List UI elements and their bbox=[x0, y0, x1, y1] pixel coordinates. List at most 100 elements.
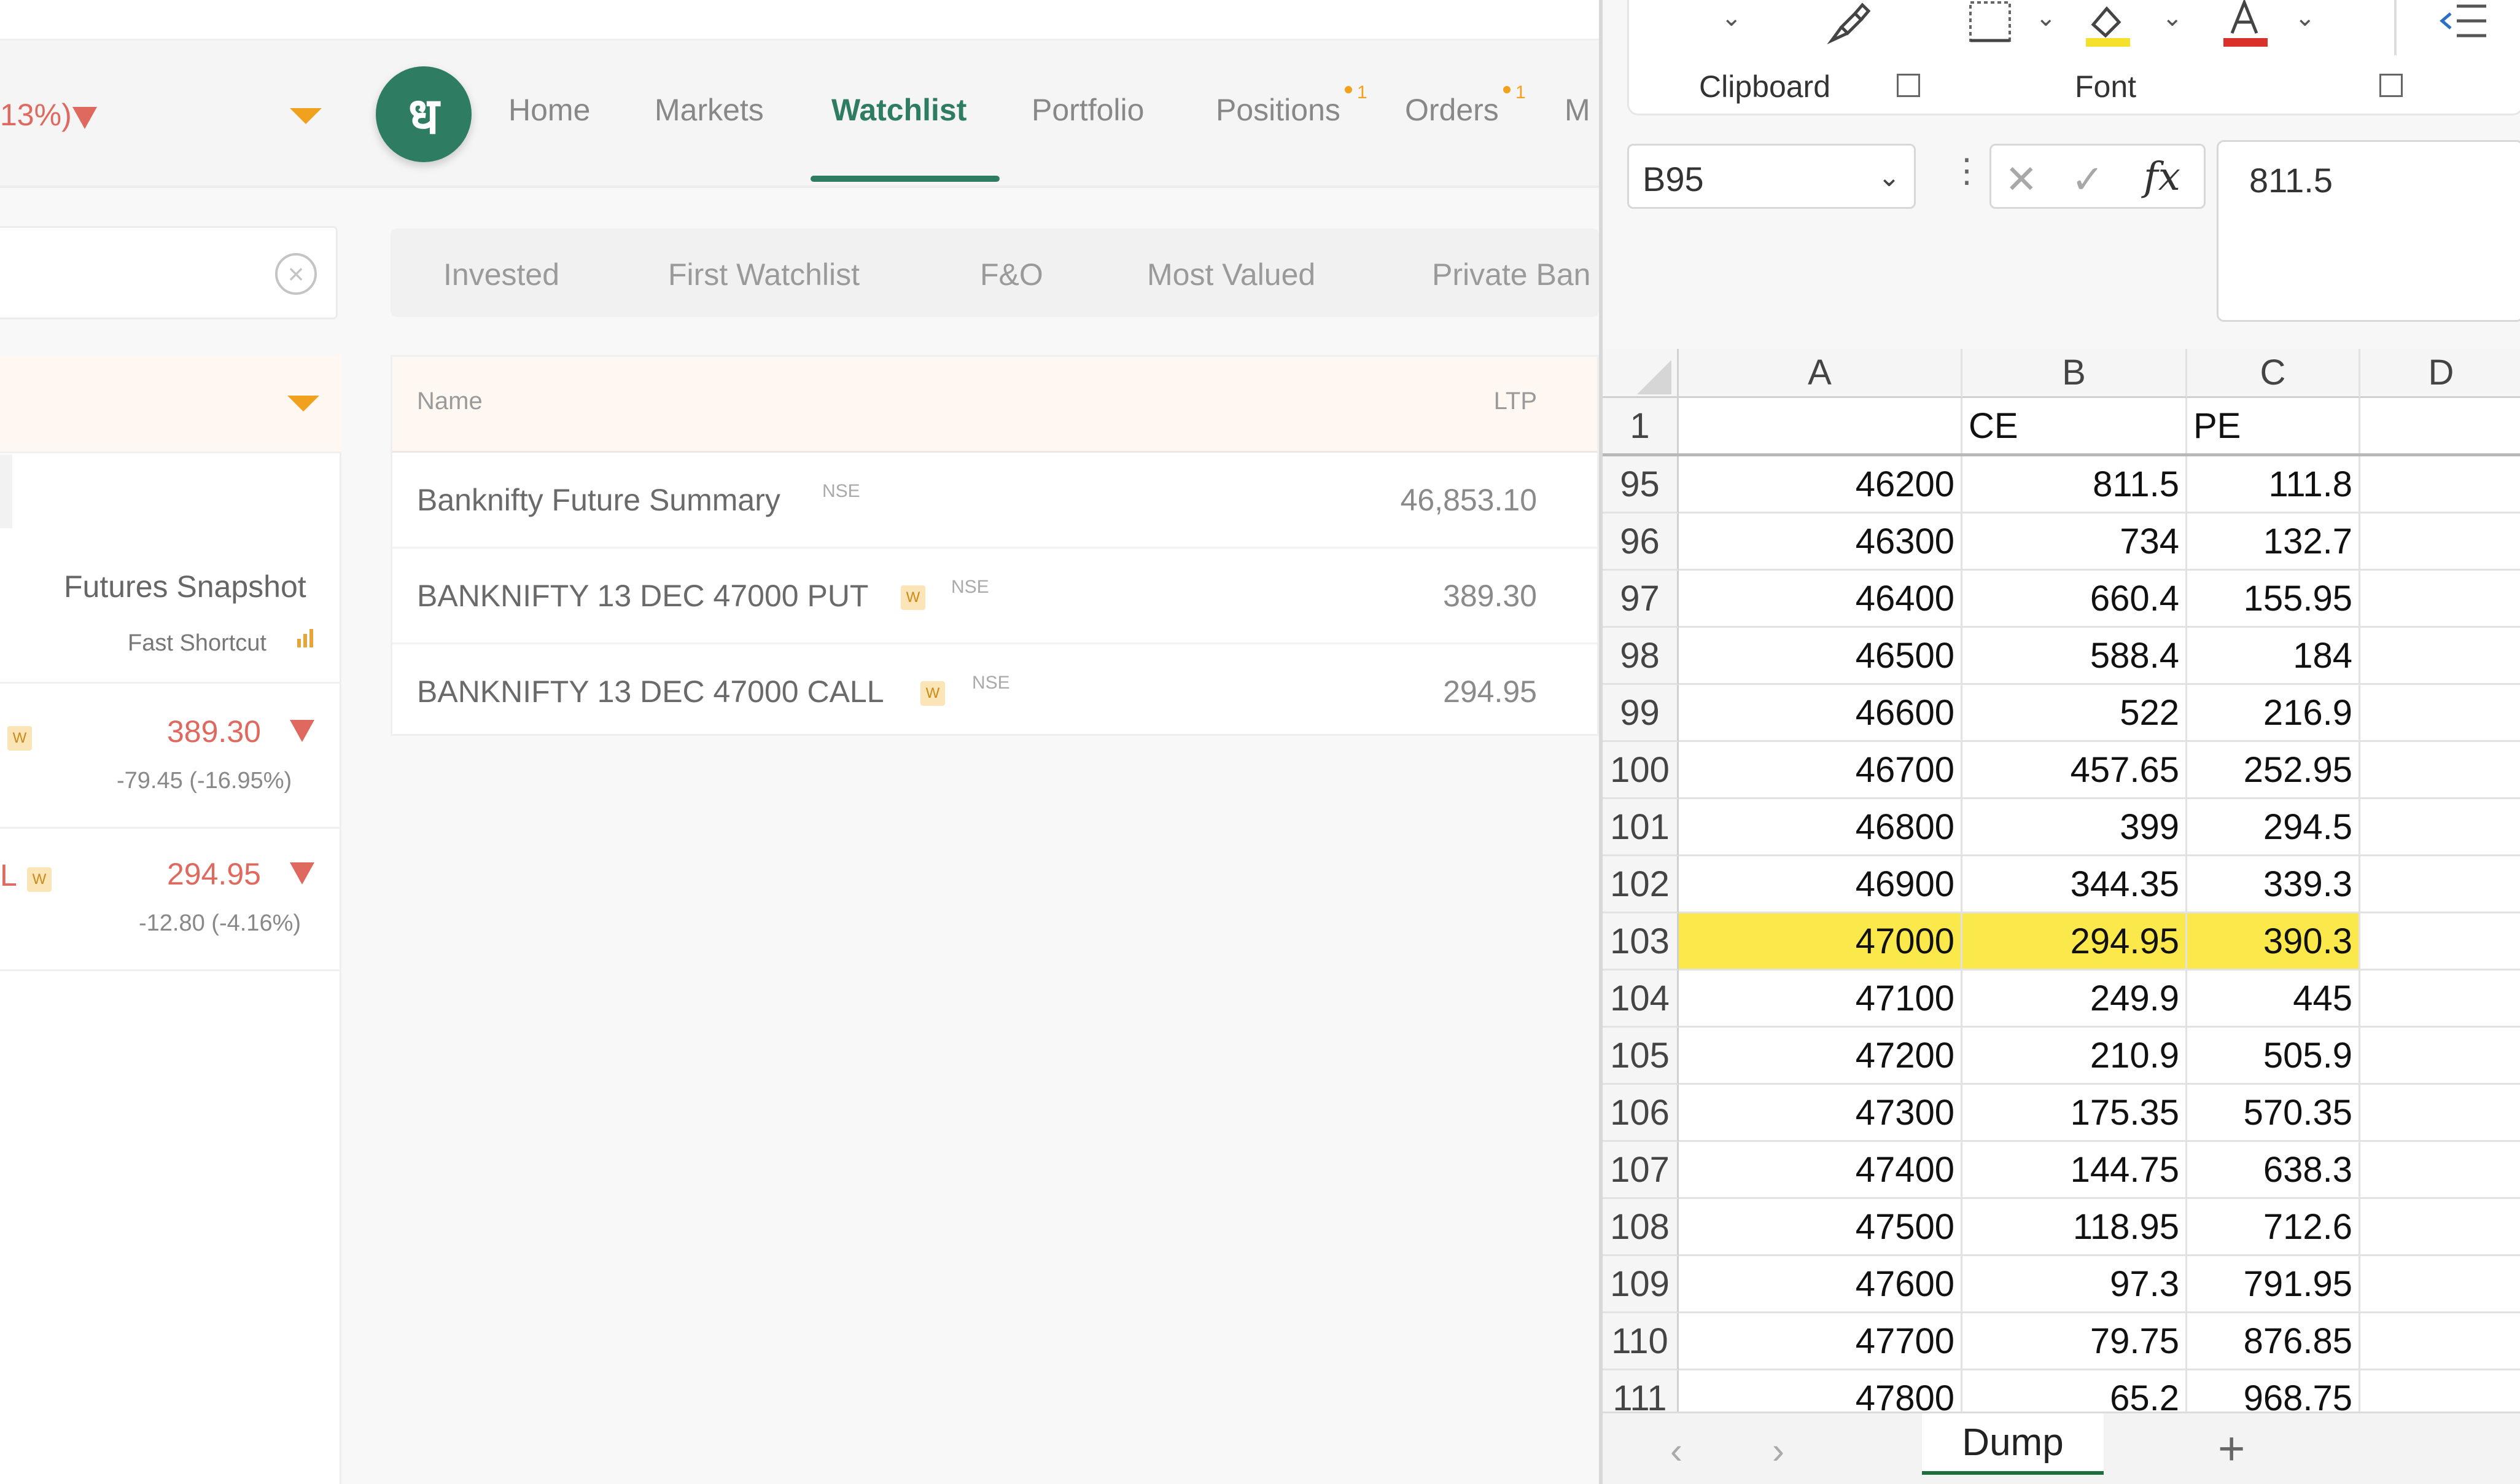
column-header-d[interactable]: D bbox=[2360, 349, 2520, 398]
cell[interactable]: 97.3 bbox=[1962, 1256, 2187, 1313]
format-painter-icon[interactable] bbox=[1823, 0, 1872, 47]
nav-positions[interactable]: Positions bbox=[1216, 92, 1340, 128]
cell[interactable] bbox=[2360, 1085, 2520, 1142]
row-header[interactable]: 110 bbox=[1603, 1313, 1679, 1370]
cell[interactable] bbox=[2360, 1142, 2520, 1199]
cell[interactable] bbox=[2360, 970, 2520, 1028]
cell[interactable]: 144.75 bbox=[1962, 1142, 2187, 1199]
cell[interactable]: PE bbox=[2187, 398, 2360, 455]
column-header-c[interactable]: C bbox=[2187, 349, 2360, 398]
nav-portfolio[interactable]: Portfolio bbox=[1032, 92, 1144, 128]
select-all-corner[interactable] bbox=[1603, 349, 1679, 398]
row-header[interactable]: 107 bbox=[1603, 1142, 1679, 1199]
cell[interactable]: 47700 bbox=[1679, 1313, 1962, 1370]
cell[interactable]: 638.3 bbox=[2187, 1142, 2360, 1199]
cell[interactable]: 390.3 bbox=[2187, 913, 2360, 970]
cell[interactable] bbox=[2360, 685, 2520, 742]
borders-icon[interactable] bbox=[1967, 0, 2016, 45]
cell[interactable] bbox=[2360, 571, 2520, 628]
row-header[interactable]: 96 bbox=[1603, 514, 1679, 571]
cell[interactable]: 47600 bbox=[1679, 1256, 1962, 1313]
enter-check-icon[interactable]: ✓ bbox=[2071, 157, 2104, 203]
cell[interactable]: 47200 bbox=[1679, 1028, 1962, 1085]
chevron-down-icon[interactable]: ⌄ bbox=[2162, 4, 2183, 32]
row-header[interactable]: 1 bbox=[1603, 398, 1679, 455]
cell[interactable]: 47500 bbox=[1679, 1199, 1962, 1256]
cell[interactable] bbox=[1679, 398, 1962, 455]
row-header[interactable]: 103 bbox=[1603, 913, 1679, 970]
row-header[interactable]: 111 bbox=[1603, 1370, 1679, 1412]
cell[interactable]: 132.7 bbox=[2187, 514, 2360, 571]
chevron-down-icon[interactable]: ⌄ bbox=[2036, 4, 2056, 32]
cell[interactable]: 570.35 bbox=[2187, 1085, 2360, 1142]
clear-search-icon[interactable]: × bbox=[275, 253, 317, 295]
fill-color-icon[interactable] bbox=[2081, 0, 2133, 49]
chevron-down-icon[interactable]: ⌄ bbox=[1878, 162, 1900, 193]
table-row[interactable]: Banknifty Future Summary NSE 46,853.10 bbox=[392, 453, 1597, 549]
row-header[interactable]: 105 bbox=[1603, 1028, 1679, 1085]
more-options-icon[interactable]: ⋮ bbox=[1950, 151, 1983, 190]
cell[interactable]: 252.95 bbox=[2187, 742, 2360, 799]
cell[interactable]: 457.65 bbox=[1962, 742, 2187, 799]
cell[interactable]: 46600 bbox=[1679, 685, 1962, 742]
row-header[interactable]: 97 bbox=[1603, 571, 1679, 628]
cell[interactable]: 399 bbox=[1962, 799, 2187, 856]
tab-invested[interactable]: Invested bbox=[443, 257, 559, 292]
cell[interactable] bbox=[2360, 1199, 2520, 1256]
add-sheet-icon[interactable]: + bbox=[2218, 1422, 2245, 1475]
nav-more[interactable]: M bbox=[1565, 92, 1590, 128]
column-header-a[interactable]: A bbox=[1679, 349, 1962, 398]
cell[interactable]: 249.9 bbox=[1962, 970, 2187, 1028]
table-row[interactable]: BANKNIFTY 13 DEC 47000 PUT W NSE 389.30 bbox=[392, 549, 1597, 644]
cell[interactable]: 155.95 bbox=[2187, 571, 2360, 628]
cell[interactable] bbox=[2360, 628, 2520, 685]
cell[interactable]: 811.5 bbox=[1962, 456, 2187, 514]
cell[interactable]: 47100 bbox=[1679, 970, 1962, 1028]
nav-orders[interactable]: Orders bbox=[1405, 92, 1499, 128]
decrease-indent-icon[interactable] bbox=[2440, 0, 2489, 43]
clipboard-launcher-icon[interactable] bbox=[1897, 74, 1920, 97]
row-header[interactable]: 101 bbox=[1603, 799, 1679, 856]
tab-most-valued[interactable]: Most Valued bbox=[1147, 257, 1315, 292]
cell[interactable]: 79.75 bbox=[1962, 1313, 2187, 1370]
cell[interactable] bbox=[2360, 799, 2520, 856]
tab-first-watchlist[interactable]: First Watchlist bbox=[668, 257, 860, 292]
name-box[interactable]: B95 ⌄ bbox=[1627, 144, 1916, 209]
cell[interactable] bbox=[2360, 398, 2520, 455]
cell[interactable] bbox=[2360, 514, 2520, 571]
cell[interactable]: 46500 bbox=[1679, 628, 1962, 685]
cell[interactable]: 876.85 bbox=[2187, 1313, 2360, 1370]
cell[interactable]: 339.3 bbox=[2187, 856, 2360, 913]
cell[interactable]: 46300 bbox=[1679, 514, 1962, 571]
cell[interactable]: 734 bbox=[1962, 514, 2187, 571]
next-sheet-icon[interactable]: › bbox=[1772, 1429, 1784, 1472]
cell[interactable]: 47800 bbox=[1679, 1370, 1962, 1412]
formula-bar[interactable]: 811.5 bbox=[2217, 140, 2520, 322]
chevron-down-icon[interactable]: ⌄ bbox=[1721, 4, 1742, 32]
cell[interactable]: 47300 bbox=[1679, 1085, 1962, 1142]
cell[interactable]: 522 bbox=[1962, 685, 2187, 742]
cell[interactable]: 294.5 bbox=[2187, 799, 2360, 856]
nav-home[interactable]: Home bbox=[508, 92, 590, 128]
cell[interactable]: 47000 bbox=[1679, 913, 1962, 970]
nav-markets[interactable]: Markets bbox=[655, 92, 764, 128]
row-header[interactable]: 104 bbox=[1603, 970, 1679, 1028]
cell[interactable]: 344.35 bbox=[1962, 856, 2187, 913]
previous-sheet-icon[interactable]: ‹ bbox=[1670, 1429, 1682, 1472]
brand-logo[interactable]: ध bbox=[376, 66, 472, 162]
cell[interactable]: 175.35 bbox=[1962, 1085, 2187, 1142]
cell[interactable]: 791.95 bbox=[2187, 1256, 2360, 1313]
cell[interactable]: 46800 bbox=[1679, 799, 1962, 856]
cell[interactable]: 111.8 bbox=[2187, 456, 2360, 514]
left-dropdown-row[interactable] bbox=[0, 355, 341, 453]
cell[interactable] bbox=[2360, 913, 2520, 970]
row-header[interactable]: 108 bbox=[1603, 1199, 1679, 1256]
cell[interactable]: 216.9 bbox=[2187, 685, 2360, 742]
dropdown-caret-icon[interactable] bbox=[290, 108, 322, 124]
column-header-name[interactable]: Name bbox=[417, 388, 483, 415]
insert-function-button[interactable]: fx bbox=[2144, 154, 2180, 200]
row-header[interactable]: 100 bbox=[1603, 742, 1679, 799]
font-color-icon[interactable] bbox=[2219, 0, 2270, 49]
row-header[interactable]: 102 bbox=[1603, 856, 1679, 913]
chevron-down-icon[interactable]: ⌄ bbox=[2295, 4, 2316, 32]
